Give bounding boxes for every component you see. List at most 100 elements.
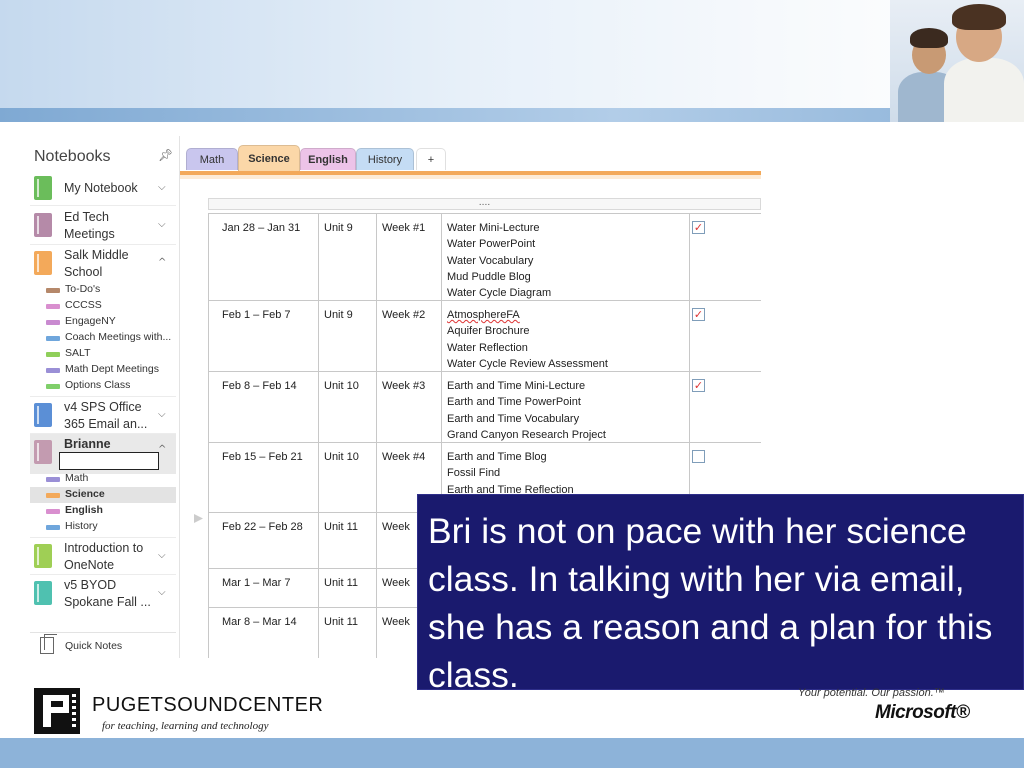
notebook-intro-onenote[interactable]: Introduction to OneNote ⌵ [30,537,176,575]
section-color-chip [46,525,60,530]
org-name-thin: CENTER [238,694,324,716]
completed-checkbox[interactable]: ✓ [692,221,705,234]
notebook-v5-byod[interactable]: v5 BYOD Spokane Fall ... ⌵ [30,575,176,615]
tab-science[interactable]: Science [238,145,300,171]
table-row[interactable]: Feb 1 – Feb 7 Unit 9 Week #2 AtmosphereF… [208,300,761,371]
section-salt[interactable]: SALT [30,346,176,362]
notebook-label: Ed Tech Meetings [64,210,115,241]
tab-english[interactable]: English [300,148,356,170]
unit-cell[interactable]: Unit 10 [324,378,359,394]
notebook-icon [34,213,52,237]
dates-cell[interactable]: Mar 1 – Mar 7 [222,575,290,591]
notebook-label: v5 BYOD Spokane Fall ... [64,578,151,609]
notebook-rename-input[interactable] [59,452,159,470]
chevron-down-icon[interactable]: ⌵ [158,587,166,598]
week-cell[interactable]: Week #1 [382,220,425,236]
table-move-handle[interactable]: .... [208,198,761,210]
org-name: PUGETSOUNDCENTER [92,694,323,717]
notebooks-pane: Notebooks 📌︎ My Notebook ⌵ Ed Tech Meeti… [28,136,180,658]
assignment-item: Grand Canyon Research Project [447,428,606,441]
notebook-label: v4 SPS Office 365 Email an... [64,400,148,431]
chevron-down-icon[interactable]: ⌵ [158,182,166,193]
completed-checkbox[interactable] [692,450,705,463]
section-coach-meetings[interactable]: Coach Meetings with... [30,330,176,346]
assignments-cell[interactable]: Water Mini-Lecture Water PowerPoint Wate… [447,220,551,301]
assignments-cell[interactable]: Earth and Time Blog Fossil Find Earth an… [447,449,574,498]
section-color-chip [46,509,60,514]
notebook-my-notebook[interactable]: My Notebook ⌵ [30,172,176,206]
week-cell[interactable]: Week [382,614,410,630]
chevron-down-icon[interactable]: ⌵ [158,409,166,420]
assignment-item: Water Cycle Review Assessment [447,357,608,370]
section-tabs: Math Science English History + [180,136,761,172]
quick-notes[interactable]: Quick Notes [30,632,176,658]
assignment-item: Earth and Time Mini-Lecture [447,380,586,392]
week-cell[interactable]: Week #3 [382,378,425,394]
tab-math[interactable]: Math [186,148,238,170]
dates-cell[interactable]: Feb 15 – Feb 21 [222,449,303,465]
dates-cell[interactable]: Feb 22 – Feb 28 [222,519,303,535]
week-cell[interactable]: Week [382,519,410,535]
section-color-chip [46,477,60,482]
assignments-cell[interactable]: AtmosphereFA Aquifer Brochure Water Refl… [447,307,608,372]
tab-history[interactable]: History [356,148,414,170]
week-cell[interactable]: Week #4 [382,449,425,465]
notebook-salk[interactable]: Salk Middle School ^ [30,245,176,283]
callout-text: Bri is not on pace with her science clas… [428,511,993,695]
assignment-item: Earth and Time Blog [447,451,547,463]
assignment-item: Water Reflection [447,341,528,354]
microsoft-logo: Microsoft® [875,702,970,723]
bottom-stripe [0,738,1024,768]
section-math-dept[interactable]: Math Dept Meetings [30,362,176,378]
chevron-down-icon[interactable]: ⌵ [158,550,166,561]
unit-cell[interactable]: Unit 10 [324,449,359,465]
section-history[interactable]: History [30,519,176,535]
table-row[interactable]: Jan 28 – Jan 31 Unit 9 Week #1 Water Min… [208,213,761,300]
notebook-v4-sps[interactable]: v4 SPS Office 365 Email an... ⌵ [30,396,176,434]
section-math[interactable]: Math [30,471,176,487]
dates-cell[interactable]: Feb 1 – Feb 7 [222,307,291,323]
assignments-cell[interactable]: Earth and Time Mini-Lecture Earth and Ti… [447,378,606,443]
notebook-ed-tech[interactable]: Ed Tech Meetings ⌵ [30,207,176,245]
section-color-chip [46,493,60,498]
section-engageny[interactable]: EngageNY [30,314,176,330]
table-row[interactable]: Feb 8 – Feb 14 Unit 10 Week #3 Earth and… [208,371,761,442]
section-todos[interactable]: To-Do's [30,282,176,298]
section-label: Math [65,472,89,484]
chevron-down-icon[interactable]: ⌵ [158,219,166,230]
assignment-item: Water Vocabulary [447,254,534,267]
unit-cell[interactable]: Unit 11 [324,575,358,591]
week-cell[interactable]: Week #2 [382,307,425,323]
unit-cell[interactable]: Unit 11 [324,519,358,535]
unit-cell[interactable]: Unit 9 [324,220,353,236]
dates-cell[interactable]: Jan 28 – Jan 31 [222,220,300,236]
section-color-chip [46,320,60,325]
section-english[interactable]: English [30,503,176,519]
week-cell[interactable]: Week [382,575,410,591]
unit-cell[interactable]: Unit 9 [324,307,353,323]
section-color-chip [46,384,60,389]
section-science[interactable]: Science [30,487,176,503]
section-label: History [65,520,98,532]
dates-cell[interactable]: Mar 8 – Mar 14 [222,614,297,630]
pin-icon[interactable]: 📌︎ [158,148,173,162]
chevron-up-icon[interactable]: ^ [158,444,166,455]
slide: Notebooks 📌︎ My Notebook ⌵ Ed Tech Meeti… [0,0,1024,768]
add-section-button[interactable]: + [416,148,446,170]
completed-checkbox[interactable]: ✓ [692,379,705,392]
notebook-label: My Notebook [64,181,138,195]
dates-cell[interactable]: Feb 8 – Feb 14 [222,378,297,394]
section-cccss[interactable]: CCCSS [30,298,176,314]
kid-hair [952,4,1006,30]
unit-cell[interactable]: Unit 11 [324,614,358,630]
quick-notes-label: Quick Notes [65,640,123,652]
section-color-chip [46,352,60,357]
section-options-class[interactable]: Options Class [30,378,176,394]
chevron-up-icon[interactable]: ^ [158,257,166,268]
puget-sound-center-logo-icon [34,688,80,734]
kid-shirt [944,58,1024,122]
completed-checkbox[interactable]: ✓ [692,308,705,321]
notebook-label: Introduction to OneNote [64,541,144,572]
section-label: Science [65,488,105,500]
assignment-item: Mud Puddle Blog [447,270,531,283]
